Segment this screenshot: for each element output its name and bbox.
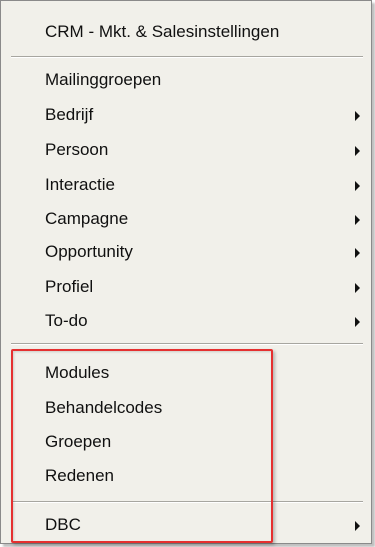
menu-item-label: To-do <box>45 311 88 330</box>
menu-item-behandelcodes[interactable]: Behandelcodes <box>1 391 371 425</box>
menu-item-label: Modules <box>45 363 110 382</box>
menu-item-persoon[interactable]: Persoon <box>1 133 371 167</box>
menu-item-dbc[interactable]: DBC <box>1 508 371 542</box>
submenu-arrow-icon <box>355 317 360 327</box>
menu-header-crm-settings[interactable]: CRM - Mkt. & Salesinstellingen <box>1 15 371 49</box>
menu-separator <box>11 501 363 503</box>
menu-item-interactie[interactable]: Interactie <box>1 168 371 202</box>
menu-separator <box>11 343 363 345</box>
menu-item-label: Redenen <box>45 466 115 485</box>
menu-separator <box>11 56 363 58</box>
menu-item-campagne[interactable]: Campagne <box>1 202 371 236</box>
menu-item-label: Interactie <box>45 175 115 194</box>
menu-item-label: Behandelcodes <box>45 398 163 417</box>
submenu-arrow-icon <box>355 283 360 293</box>
menu-item-mailinggroepen[interactable]: Mailinggroepen <box>1 63 371 97</box>
menu-item-label: Opportunity <box>45 242 133 261</box>
menu-item-label: Mailinggroepen <box>45 70 162 89</box>
submenu-arrow-icon <box>355 146 360 156</box>
menu-item-to-do[interactable]: To-do <box>1 304 371 338</box>
submenu-arrow-icon <box>355 111 360 121</box>
menu-item-modules[interactable]: Modules <box>1 356 371 390</box>
menu-item-label: Groepen <box>45 432 112 451</box>
menu-item-label: Campagne <box>45 209 129 228</box>
menu-item-opportunity[interactable]: Opportunity <box>1 235 371 269</box>
menu-item-label: Bedrijf <box>45 105 94 124</box>
submenu-arrow-icon <box>355 521 360 531</box>
menu-item-bedrijf[interactable]: Bedrijf <box>1 98 371 132</box>
submenu-arrow-icon <box>355 248 360 258</box>
menu-item-label: Persoon <box>45 140 109 159</box>
context-menu: CRM - Mkt. & Salesinstellingen Mailinggr… <box>0 0 372 544</box>
menu-item-redenen[interactable]: Redenen <box>1 459 371 493</box>
menu-item-label: Profiel <box>45 277 94 296</box>
menu-item-label: CRM - Mkt. & Salesinstellingen <box>45 22 280 41</box>
menu-item-label: DBC <box>45 515 81 534</box>
menu-item-groepen[interactable]: Groepen <box>1 425 371 459</box>
submenu-arrow-icon <box>355 215 360 225</box>
menu-item-profiel[interactable]: Profiel <box>1 270 371 304</box>
submenu-arrow-icon <box>355 181 360 191</box>
